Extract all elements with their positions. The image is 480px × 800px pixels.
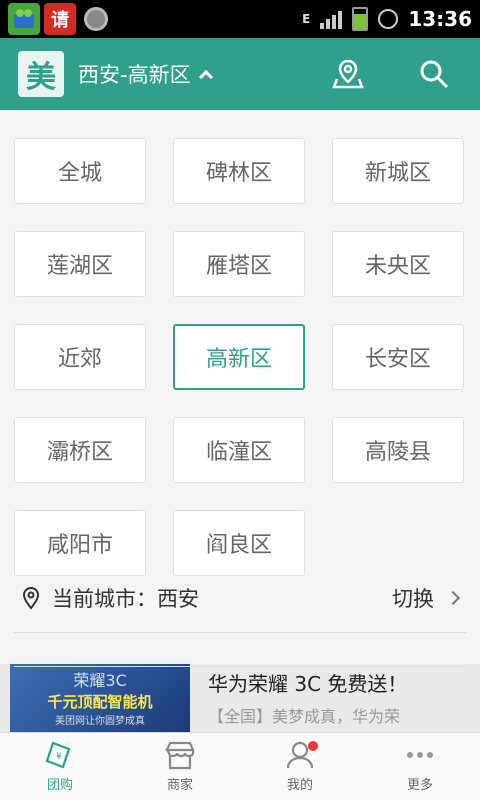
store-icon (164, 741, 195, 770)
nav-label: 更多 (406, 778, 433, 793)
nav-tab-merchants[interactable]: 商家 (120, 733, 240, 800)
chevron-up-icon (198, 69, 213, 85)
nav-tab-deals[interactable]: ¥ 团购 (0, 733, 120, 800)
disc-icon (84, 7, 108, 31)
alarm-icon (378, 9, 399, 29)
district-dropdown: 全城 碑林区 新城区 莲湖区 雁塔区 未央区 近郊 高新区 长安区 灞桥区 临潼区 高陵县 咸阳市 阎良区… (0, 110, 480, 667)
app-notification-icon (8, 3, 40, 35)
app-header: 美 西安-高新区 (0, 38, 480, 110)
district-option[interactable]: 碑林区 (173, 138, 305, 204)
banner-sub: 美团网让你圆梦成真 (55, 716, 145, 727)
banner-image: 荣耀3C 千元顶配智能机 美团网让你圆梦成真 (10, 662, 190, 732)
nav-tab-more[interactable]: 更多 (360, 733, 480, 800)
battery-icon (352, 7, 369, 31)
city-name: 西安-高新区 (78, 63, 191, 87)
switch-label: 切换 (392, 587, 434, 611)
current-city-row: 当前城市：西安 切换 (14, 562, 466, 634)
district-option[interactable]: 莲湖区 (14, 231, 146, 297)
status-bar: 请 E 13:36 (0, 0, 480, 38)
district-option[interactable]: 未央区 (332, 231, 464, 297)
nav-label: 我的 (286, 778, 313, 793)
promo-banner[interactable]: 荣耀3C 千元顶配智能机 美团网让你圆梦成真 华为荣耀 3C 免费送！ 【全国】… (0, 662, 480, 732)
district-option[interactable]: 雁塔区 (173, 231, 305, 297)
district-grid: 全城 碑林区 新城区 莲湖区 雁塔区 未央区 近郊 高新区 长安区 灞桥区 临潼区 高陵县 咸阳市 阎良区 (14, 138, 466, 576)
location-pin-icon (22, 584, 42, 612)
switch-city-button[interactable]: 切换 (392, 583, 461, 613)
divider (14, 632, 466, 633)
bottom-nav: ¥ 团购 商家 我的 更多 (0, 732, 480, 800)
nav-label: 团购 (46, 778, 73, 793)
district-option[interactable]: 高陵县 (332, 417, 464, 483)
notification-icons: 请 (8, 3, 108, 35)
district-option[interactable]: 近郊 (14, 324, 146, 390)
district-option[interactable]: 全城 (14, 138, 146, 204)
district-option[interactable]: 高新区 (173, 324, 305, 390)
search-icon[interactable] (416, 56, 452, 92)
notification-badge (308, 741, 318, 751)
map-location-icon[interactable] (330, 56, 366, 92)
reader-app-icon: 请 (44, 3, 76, 35)
district-option[interactable]: 灞桥区 (14, 417, 146, 483)
app-logo: 美 (18, 51, 64, 97)
more-icon (407, 752, 433, 758)
district-option[interactable]: 新城区 (332, 138, 464, 204)
district-option[interactable]: 长安区 (332, 324, 464, 390)
nav-tab-mine[interactable]: 我的 (240, 733, 360, 800)
banner-promo: 千元顶配智能机 (47, 693, 153, 711)
scroll-fade (0, 638, 480, 664)
clock: 13:36 (408, 7, 472, 31)
banner-title: 华为荣耀 3C 免费送！ (208, 671, 408, 696)
chevron-right-icon (445, 590, 461, 606)
city-selector[interactable]: 西安-高新区 (78, 59, 213, 89)
svg-text:¥: ¥ (56, 752, 62, 762)
system-icons: E 13:36 (302, 7, 472, 31)
nav-label: 商家 (166, 778, 193, 793)
signal-strength-icon (320, 9, 343, 29)
district-option[interactable]: 临潼区 (173, 417, 305, 483)
divider (14, 666, 466, 667)
banner-desc: 【全国】美梦成真，华为荣 (208, 706, 401, 726)
banner-brand: 荣耀3C (73, 671, 127, 690)
network-type-label: E (302, 12, 311, 26)
current-city-label: 当前城市：西安 (52, 587, 199, 611)
coupon-icon: ¥ (45, 741, 71, 769)
